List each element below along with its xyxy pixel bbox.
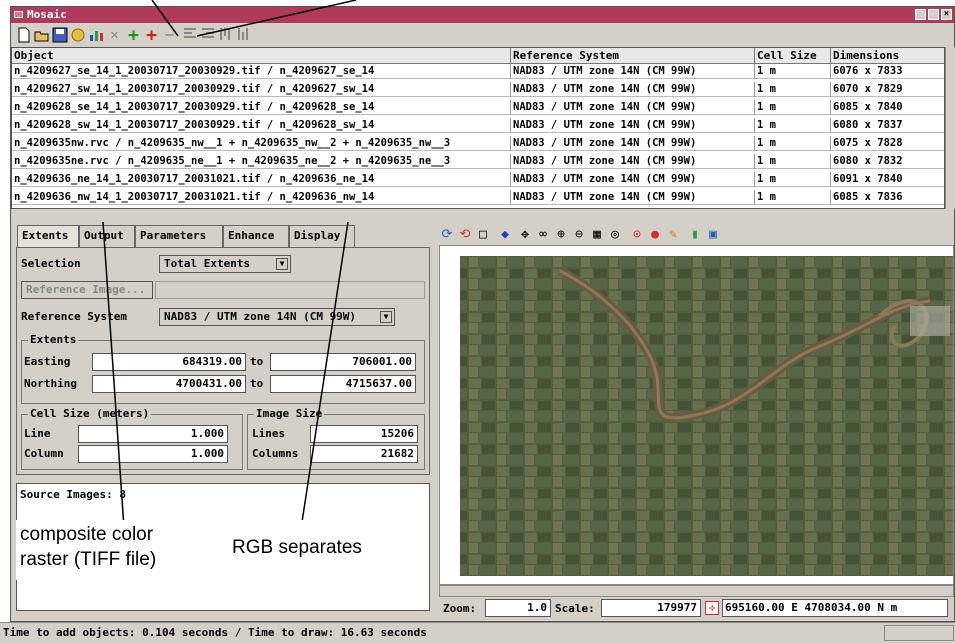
annotation-line xyxy=(102,221,125,529)
annotation-composite-line1: composite color xyxy=(20,524,154,545)
annotation-composite-line2: raster (TIFF file) xyxy=(20,549,157,570)
annotation-line xyxy=(196,0,357,37)
annotation-line xyxy=(299,221,349,536)
annotation-box: composite color raster (TIFF file) RGB s… xyxy=(16,520,412,580)
annotation-line xyxy=(151,0,179,37)
annotation-rgb-separates: RGB separates xyxy=(232,537,362,558)
